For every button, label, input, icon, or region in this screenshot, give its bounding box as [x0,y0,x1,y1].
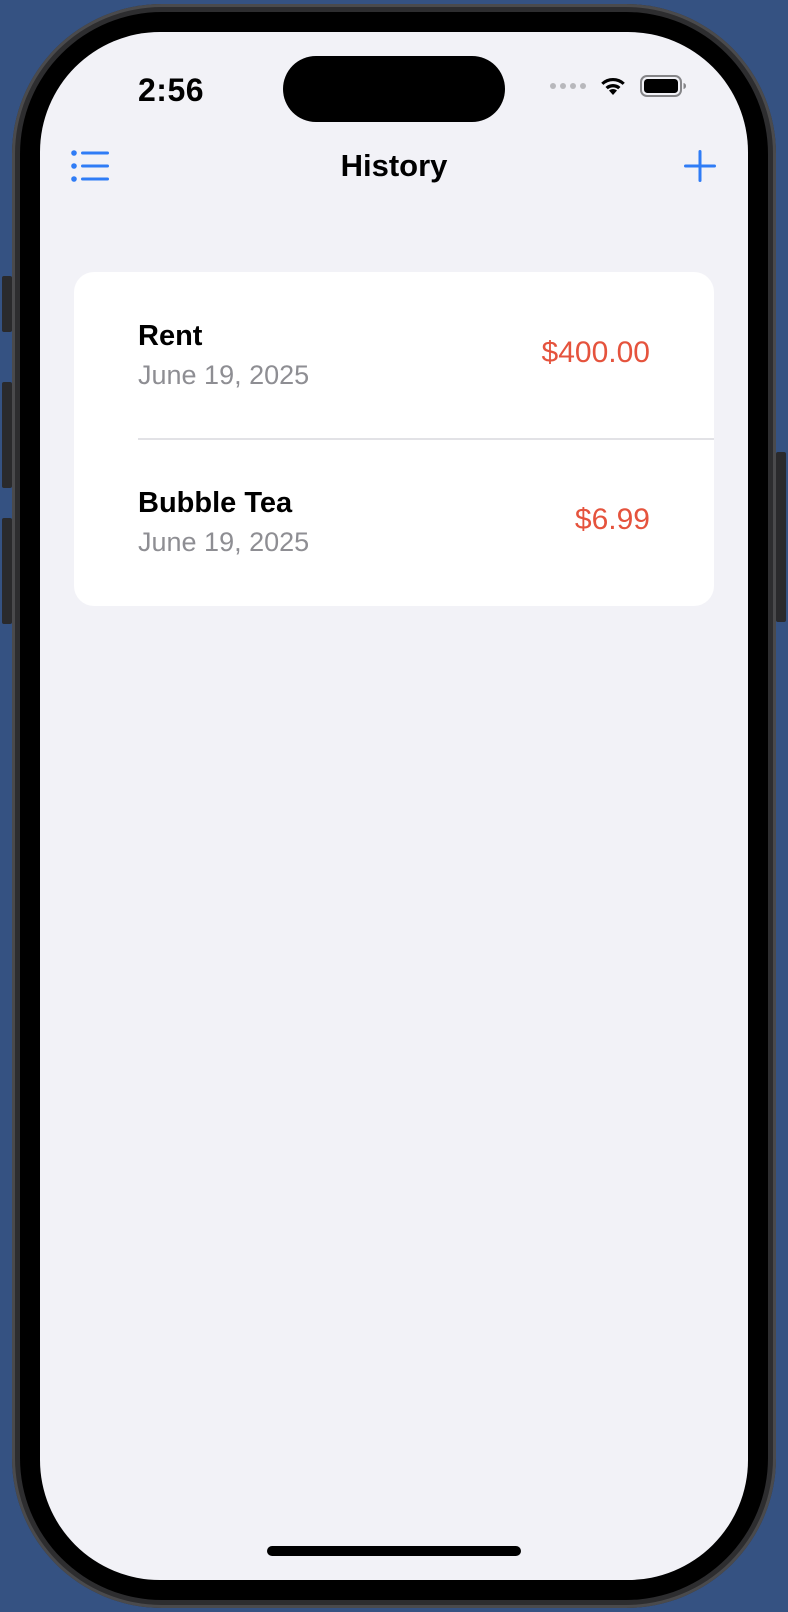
dynamic-island [283,56,505,122]
home-indicator[interactable] [267,1546,521,1556]
status-time: 2:56 [138,72,205,108]
volume-down-button [2,518,12,624]
volume-up-button [2,382,12,488]
transaction-list: Rent June 19, 2025 $400.00 Bubble Tea Ju… [74,272,714,606]
transaction-row[interactable]: Bubble Tea June 19, 2025 $6.99 [74,439,714,605]
transaction-amount: $6.99 [574,503,650,536]
transaction-date: June 19, 2025 [138,360,310,390]
action-button [2,276,12,332]
page-title: History [340,148,448,183]
cellular-signal-icon [550,83,586,89]
app-screen: 2:56 History Rent June 19, 2025 $400.00 … [40,32,748,1580]
plus-icon[interactable] [682,148,718,184]
transaction-row[interactable]: Rent June 19, 2025 $400.00 [74,272,714,440]
transaction-amount: $400.00 [541,336,650,369]
transaction-date: June 19, 2025 [138,527,310,557]
status-indicators [550,74,688,98]
battery-icon [640,75,686,97]
wifi-icon [601,77,625,95]
transaction-title: Bubble Tea [138,487,293,519]
transaction-title: Rent [138,320,203,352]
side-button [776,452,786,622]
